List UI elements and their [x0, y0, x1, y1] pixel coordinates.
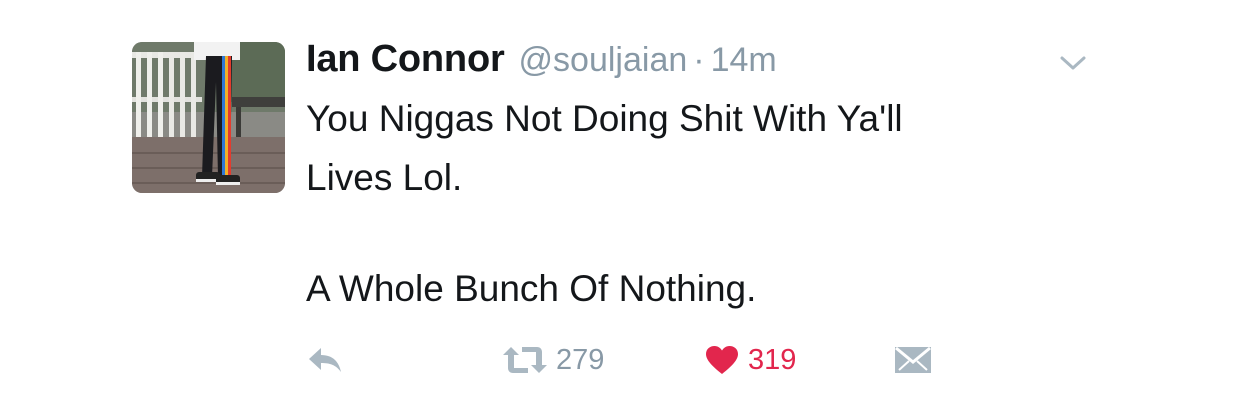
- tweet-card[interactable]: Ian Connor @souljaian · 14m You Niggas N…: [0, 0, 1243, 415]
- separator-dot: ·: [693, 41, 705, 79]
- reply-button[interactable]: [305, 340, 345, 380]
- direct-message-button[interactable]: [893, 340, 933, 380]
- tweet-menu-button[interactable]: [1058, 52, 1088, 74]
- tweet-text-line: You Niggas Not Doing Shit With Ya'll: [306, 98, 903, 139]
- tweet-text-line: A Whole Bunch Of Nothing.: [306, 268, 757, 309]
- like-count: 319: [748, 343, 797, 376]
- envelope-icon: [895, 346, 931, 373]
- avatar-photo: [132, 42, 285, 193]
- reply-icon: [309, 348, 341, 372]
- tweet-header: Ian Connor @souljaian · 14m: [306, 38, 777, 88]
- retweet-count: 279: [556, 343, 605, 376]
- retweet-icon: [503, 347, 547, 373]
- retweet-button[interactable]: 279: [502, 340, 604, 380]
- avatar[interactable]: [132, 42, 285, 193]
- heart-icon: [706, 346, 738, 374]
- tweet-timestamp[interactable]: 14m: [711, 41, 777, 80]
- tweet-text-line: Lives Lol.: [306, 157, 463, 198]
- chevron-down-icon: [1060, 56, 1086, 70]
- author-display-name[interactable]: Ian Connor: [306, 38, 505, 81]
- author-handle[interactable]: @souljaian: [519, 41, 688, 80]
- like-button[interactable]: 319: [704, 340, 796, 380]
